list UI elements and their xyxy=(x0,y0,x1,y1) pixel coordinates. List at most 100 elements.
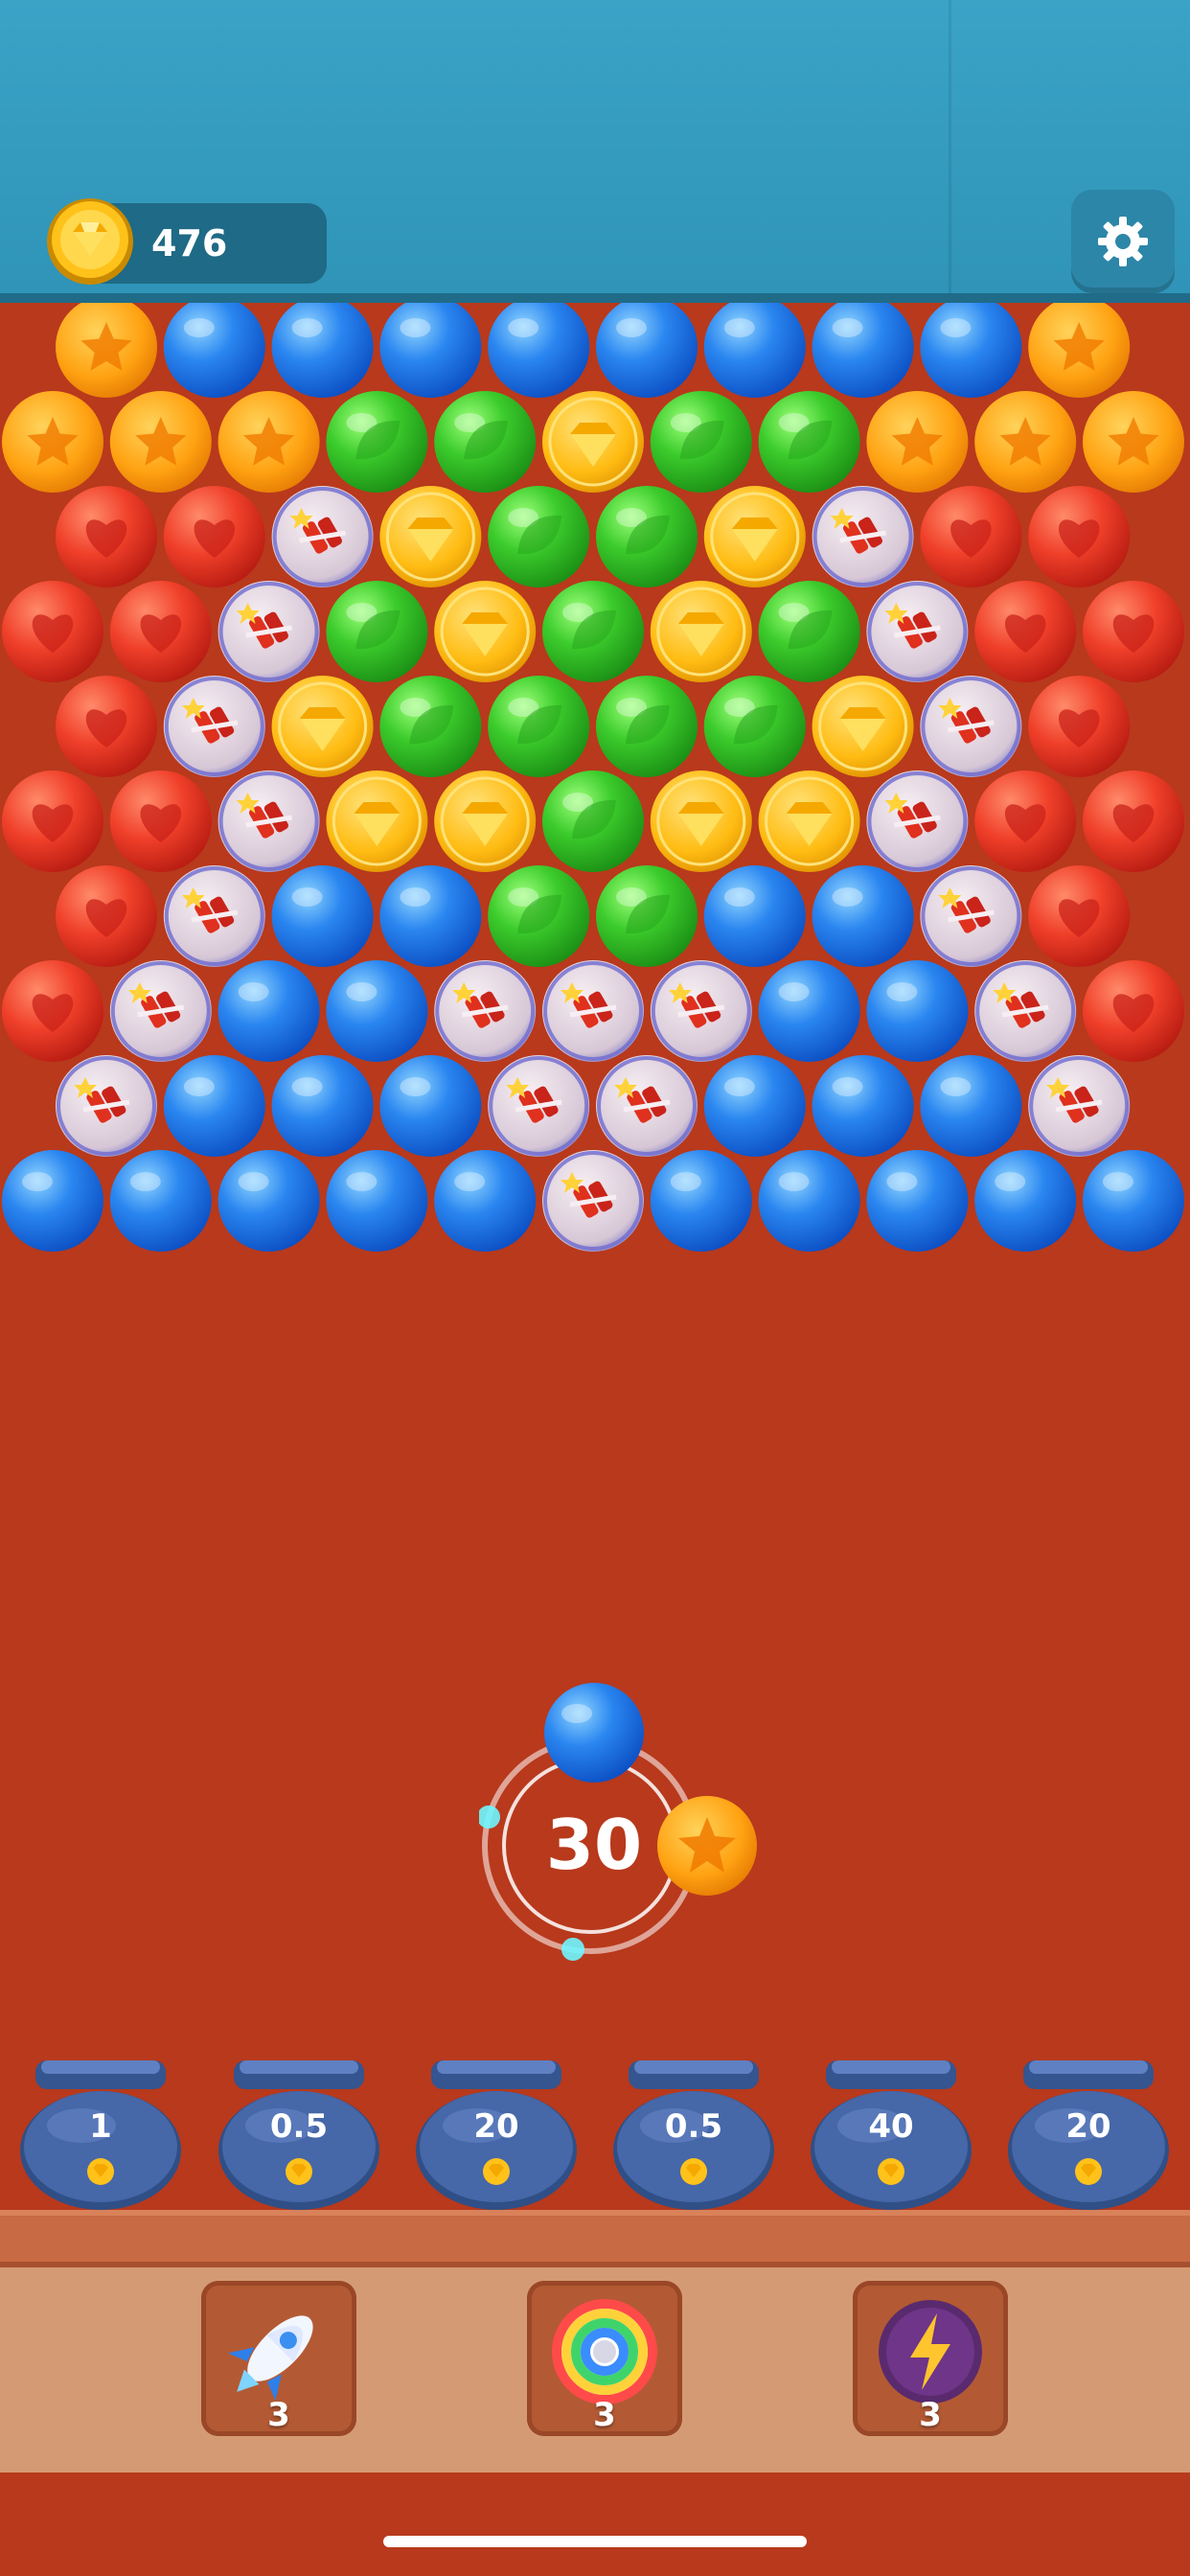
green-bubble xyxy=(650,391,752,493)
blue-bubble xyxy=(2,1150,103,1252)
gold-gem-bubble xyxy=(434,770,537,872)
pot-multiplier-label: 20 xyxy=(1065,2107,1111,2146)
green-bubble xyxy=(379,676,482,777)
firecracker-bubble xyxy=(434,960,537,1062)
pot-multiplier-label: 1 xyxy=(89,2107,112,2146)
green-bubble xyxy=(758,391,860,493)
blue-bubble xyxy=(109,1150,212,1252)
gold-gem-coin-icon xyxy=(44,196,136,288)
green-bubble xyxy=(488,676,590,777)
firecracker-bubble xyxy=(920,676,1022,777)
orange-star-bubble xyxy=(866,391,969,493)
gold-gem-bubble xyxy=(326,770,428,872)
firecracker-bubble xyxy=(271,486,374,587)
blue-bubble xyxy=(812,1055,914,1157)
gold-gem-bubble xyxy=(812,676,914,777)
firecracker-bubble xyxy=(163,865,265,967)
orange-star-bubble xyxy=(109,391,212,493)
red-heart-bubble xyxy=(56,676,157,777)
blue-bubble xyxy=(974,1150,1077,1252)
red-heart-bubble xyxy=(56,865,157,967)
red-heart-bubble xyxy=(1028,676,1131,777)
settings-button[interactable] xyxy=(1071,190,1175,293)
current-bubble xyxy=(542,1681,646,1784)
blue-bubble xyxy=(866,1150,969,1252)
firecracker-bubble xyxy=(596,1055,698,1157)
gold-gem-bubble xyxy=(542,391,644,493)
gold-gem-bubble xyxy=(271,676,374,777)
blue-bubble xyxy=(812,865,914,967)
red-heart-bubble xyxy=(1083,960,1184,1062)
gold-gem-bubble xyxy=(758,770,860,872)
blue-bubble xyxy=(163,1055,265,1157)
pot-multiplier-label: 40 xyxy=(868,2107,914,2146)
red-heart-bubble xyxy=(109,581,212,682)
gold-gem-bubble xyxy=(434,581,537,682)
firecracker-bubble xyxy=(866,770,969,872)
green-bubble xyxy=(326,581,428,682)
rocket-booster-button[interactable]: 3 xyxy=(201,2281,356,2436)
firecracker-bubble xyxy=(217,770,320,872)
blue-bubble xyxy=(217,960,320,1062)
rainbow-booster-button[interactable]: 3 xyxy=(527,2281,682,2436)
red-heart-bubble xyxy=(2,581,103,682)
pot-multiplier-label: 0.5 xyxy=(664,2107,723,2146)
blue-bubble xyxy=(379,303,482,398)
red-heart-bubble xyxy=(1083,581,1184,682)
red-heart-bubble xyxy=(920,486,1022,587)
multiplier-pot: 20 xyxy=(1002,2051,1175,2214)
multiplier-pot: 0.5 xyxy=(213,2051,385,2214)
blue-bubble xyxy=(866,960,969,1062)
red-heart-bubble xyxy=(163,486,265,587)
bubble-board[interactable] xyxy=(0,303,1190,1300)
firecracker-bubble xyxy=(542,1150,644,1252)
firecracker-bubble xyxy=(866,581,969,682)
multiplier-pot: 20 xyxy=(410,2051,583,2214)
blue-bubble xyxy=(434,1150,537,1252)
lightning-booster-button[interactable]: 3 xyxy=(853,2281,1008,2436)
blue-bubble xyxy=(326,960,428,1062)
green-bubble xyxy=(542,581,644,682)
red-heart-bubble xyxy=(56,486,157,587)
blue-bubble xyxy=(379,865,482,967)
blue-bubble xyxy=(163,303,265,398)
gear-icon xyxy=(1098,217,1148,266)
multiplier-pots: 1 0.5 20 0.5 40 20 xyxy=(0,2051,1190,2214)
blue-bubble xyxy=(920,1055,1022,1157)
gold-gem-bubble xyxy=(703,486,806,587)
green-bubble xyxy=(758,581,860,682)
firecracker-bubble xyxy=(650,960,752,1062)
blue-bubble xyxy=(271,865,374,967)
red-heart-bubble xyxy=(974,581,1077,682)
firecracker-bubble xyxy=(542,960,644,1062)
blue-bubble xyxy=(271,1055,374,1157)
gold-gem-bubble xyxy=(379,486,482,587)
home-indicator xyxy=(383,2536,807,2547)
blue-bubble xyxy=(812,303,914,398)
red-heart-bubble xyxy=(2,770,103,872)
firecracker-bubble xyxy=(920,865,1022,967)
orange-star-bubble xyxy=(1028,303,1131,398)
firecracker-bubble xyxy=(217,581,320,682)
gold-gem-bubble xyxy=(650,770,752,872)
green-bubble xyxy=(488,865,590,967)
rainbow-count: 3 xyxy=(593,2396,616,2434)
blue-bubble xyxy=(326,1150,428,1252)
orange-star-bubble xyxy=(2,391,103,493)
shots-remaining: 30 xyxy=(545,1805,643,1885)
red-heart-bubble xyxy=(2,960,103,1062)
gold-gem-bubble xyxy=(650,581,752,682)
firecracker-bubble xyxy=(56,1055,157,1157)
green-bubble xyxy=(488,486,590,587)
blue-bubble xyxy=(379,1055,482,1157)
firecracker-bubble xyxy=(163,676,265,777)
blue-bubble xyxy=(703,865,806,967)
next-bubble[interactable] xyxy=(655,1794,759,1898)
green-bubble xyxy=(596,486,698,587)
orange-star-bubble xyxy=(56,303,157,398)
lightning-count: 3 xyxy=(919,2396,942,2434)
rocket-count: 3 xyxy=(267,2396,290,2434)
blue-bubble xyxy=(758,1150,860,1252)
blue-bubble xyxy=(488,303,590,398)
blue-bubble xyxy=(1083,1150,1184,1252)
